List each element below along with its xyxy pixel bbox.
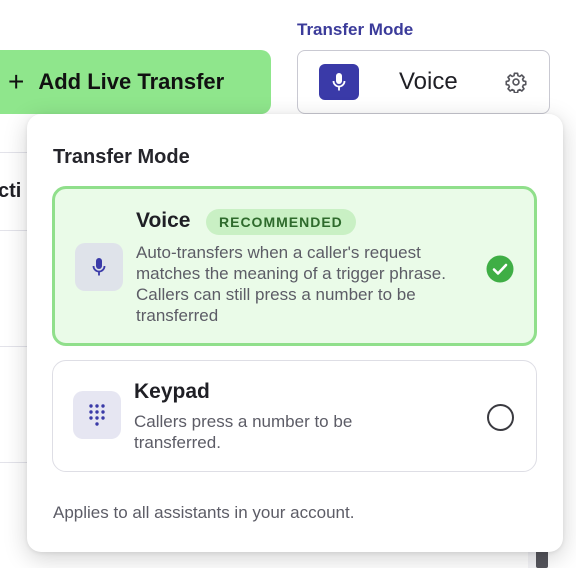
table-row	[0, 463, 30, 568]
transfer-mode-popover: Transfer Mode Voice RECOMMENDED Auto-tra…	[27, 114, 563, 552]
gear-icon[interactable]	[505, 71, 527, 93]
table-row	[0, 347, 30, 463]
transfer-mode-select[interactable]: Voice	[297, 50, 550, 114]
add-live-transfer-label: Add Live Transfer	[38, 69, 225, 94]
option-keypad-description: Callers press a number to be transferred…	[134, 412, 353, 452]
mic-icon	[319, 64, 359, 100]
recommended-badge: RECOMMENDED	[206, 209, 356, 235]
check-circle-icon	[486, 255, 514, 288]
transfer-mode-field-label: Transfer Mode	[297, 20, 414, 39]
transfer-mode-value: Voice	[399, 68, 458, 95]
option-keypad-title: Keypad	[134, 380, 210, 403]
column-header: cti	[0, 153, 30, 231]
option-voice-description: Auto-transfers when a caller's request m…	[136, 243, 446, 325]
add-live-transfer-button[interactable]: + Add Live Transfer	[0, 50, 271, 114]
mic-icon	[75, 243, 123, 291]
popover-footer-note: Applies to all assistants in your accoun…	[53, 503, 355, 522]
popover-title: Transfer Mode	[53, 146, 190, 168]
option-voice-title: Voice	[136, 209, 191, 232]
background-table: cti	[0, 152, 30, 568]
option-voice[interactable]: Voice RECOMMENDED Auto-transfers when a …	[52, 186, 537, 346]
keypad-radio[interactable]	[487, 404, 514, 431]
column-header-label: cti	[0, 180, 22, 202]
plus-icon: +	[8, 66, 25, 97]
option-keypad[interactable]: Keypad Callers press a number to be tran…	[52, 360, 537, 472]
keypad-icon	[73, 391, 121, 439]
table-row	[0, 231, 30, 347]
